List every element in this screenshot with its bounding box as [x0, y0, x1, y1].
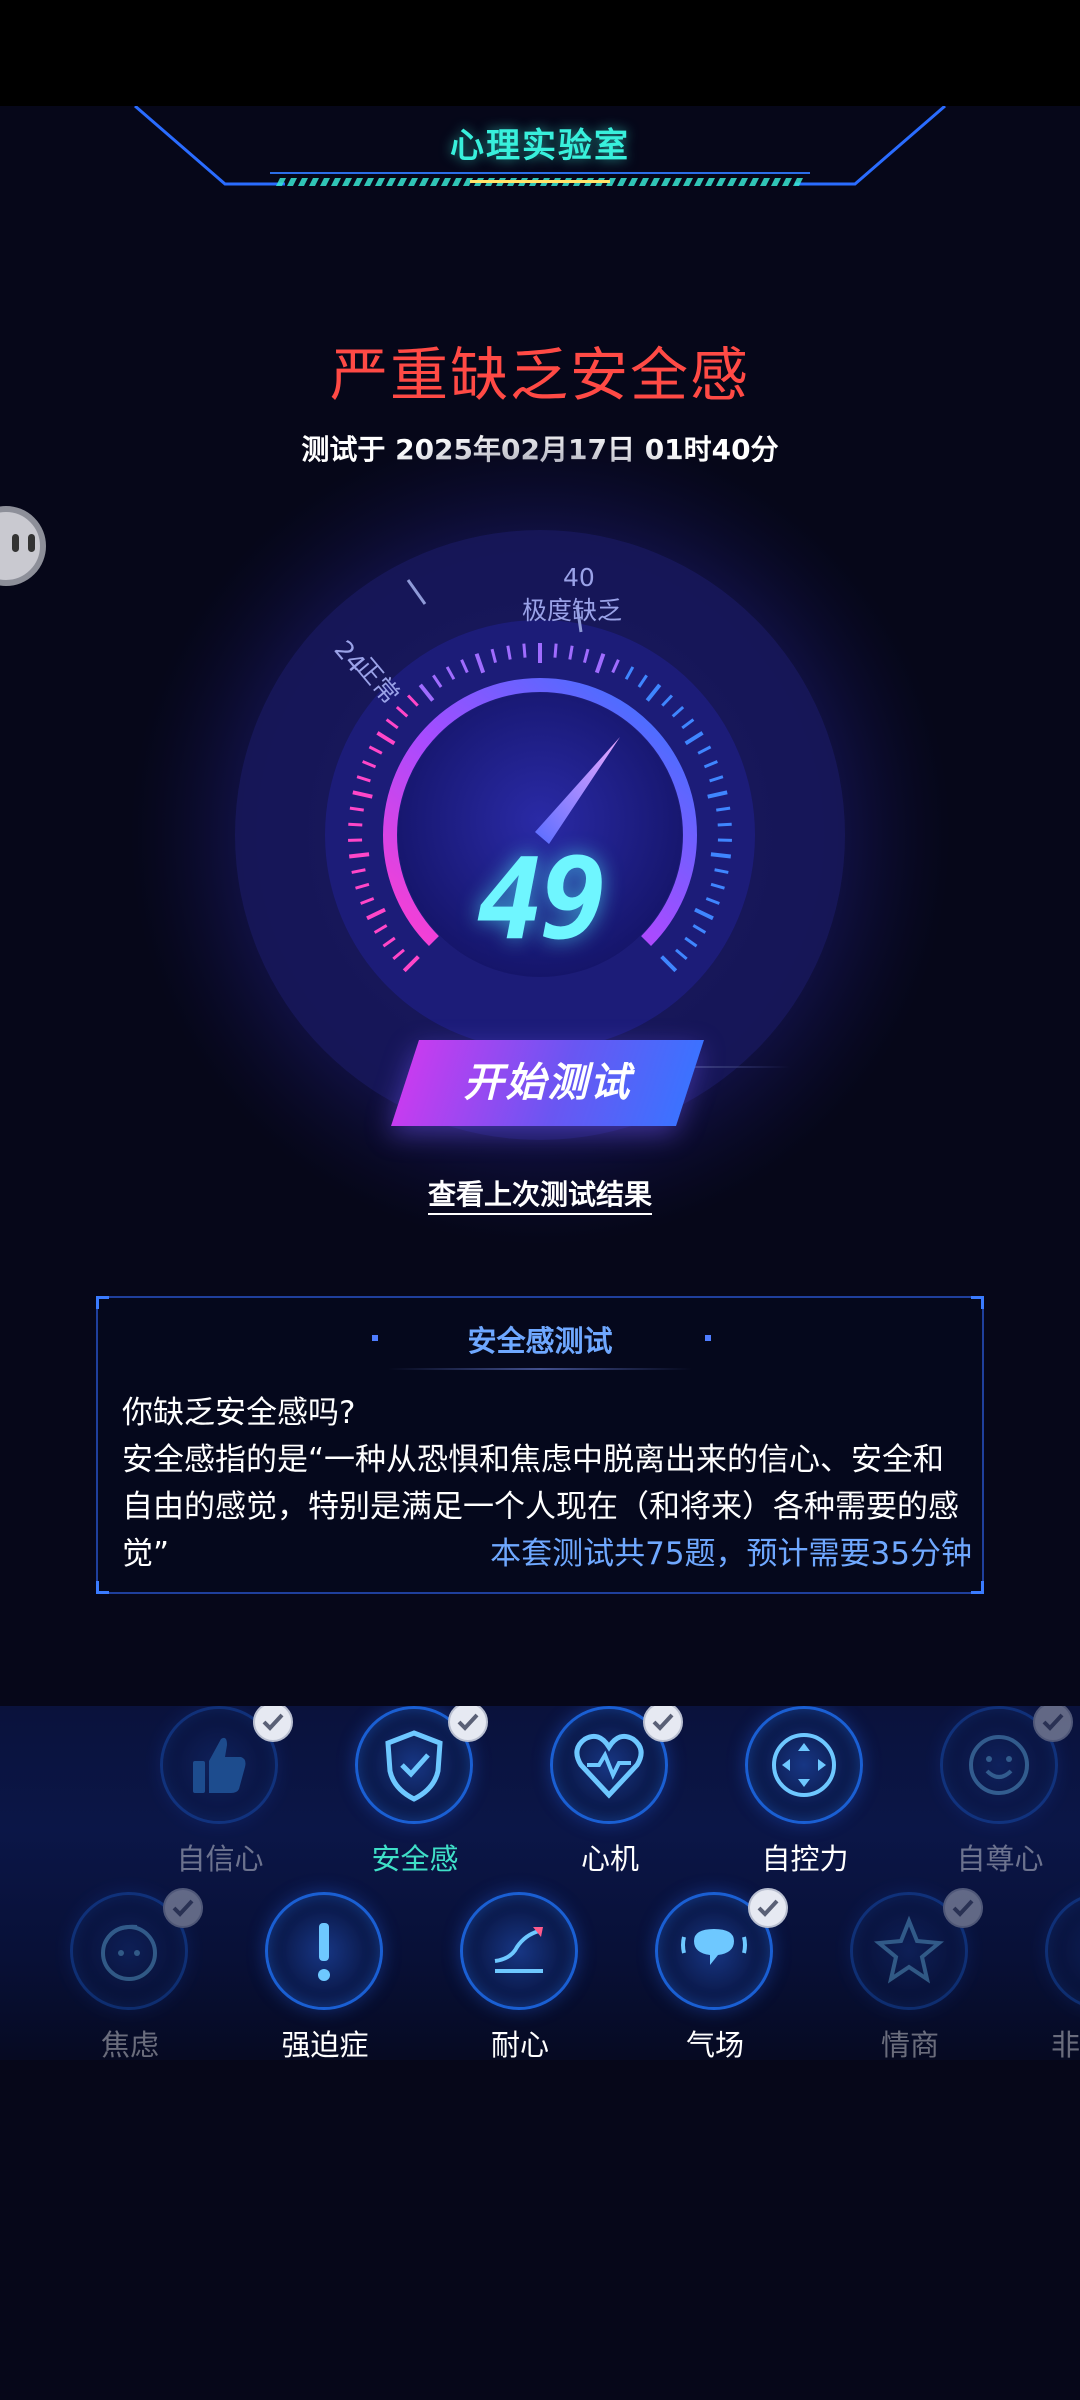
panel-body: 你缺乏安全感吗? 安全感指的是“一种从恐惧和焦虑中脱离出来的信心、安全和自由的感…	[122, 1390, 972, 1578]
result-title: 严重缺乏安全感	[329, 341, 750, 409]
check-icon	[748, 1888, 788, 1928]
page-title: 心理实验室	[450, 126, 630, 166]
category-item-ocd[interactable]: 强迫症	[245, 1892, 405, 2060]
start-test-button[interactable]: 开始测试	[391, 1040, 704, 1126]
category-circle	[1045, 1892, 1080, 2010]
category-item-anxiety[interactable]: 焦虑	[50, 1888, 210, 2060]
check-icon	[448, 1706, 488, 1742]
category-circle	[460, 1892, 578, 2010]
view-last-result-link[interactable]: 查看上次测试结果	[0, 1173, 1080, 1215]
category-label: 自尊心	[956, 1842, 1044, 1876]
category-circle	[745, 1706, 863, 1824]
category-item-eq[interactable]: 情商	[830, 1888, 990, 2060]
panel-divider	[388, 1368, 692, 1370]
gauge-marker-extreme-value: 40	[563, 563, 595, 592]
check-icon	[1033, 1706, 1073, 1742]
start-test-label: 开始测试	[463, 1060, 632, 1106]
category-item-partial[interactable]: 非	[1025, 1892, 1080, 2060]
move-arrows-icon	[772, 1733, 836, 1797]
panel-meta: 本套测试共75题，预计需要35分钟	[490, 1536, 972, 1572]
view-last-result-label: 查看上次测试结果	[427, 1178, 652, 1215]
category-item-security[interactable]: 安全感	[335, 1706, 495, 1882]
status-bar	[0, 0, 1080, 106]
category-item-self-confidence[interactable]: 自信心	[140, 1706, 300, 1882]
gauge-marker-extreme-label: 极度缺乏	[522, 596, 623, 625]
category-label: 焦虑	[100, 2028, 159, 2060]
check-icon	[943, 1888, 983, 1928]
category-item-aura[interactable]: 气场	[635, 1888, 795, 2060]
panel-title: 安全感测试	[467, 1324, 613, 1358]
gauge-needle	[535, 737, 620, 844]
score-value: 49	[476, 835, 608, 965]
button-divider	[690, 1066, 790, 1068]
test-timestamp: 测试于 2025年02月17日 01时40分	[301, 433, 779, 466]
exclamation-icon	[318, 1923, 330, 1981]
category-item-self-esteem[interactable]: 自尊心	[920, 1706, 1080, 1882]
partial-icon	[1048, 1895, 1080, 2007]
psych-lab-page: 心理实验室 严重缺乏安全感 测试于 2025年02月17日 01时40分 40 …	[0, 0, 1080, 2400]
category-label: 自控力	[761, 1842, 849, 1876]
category-circle	[265, 1892, 383, 2010]
floating-assistant-icon[interactable]	[0, 506, 46, 586]
category-item-patience[interactable]: 耐心	[440, 1892, 600, 2060]
category-label: 心机	[580, 1842, 639, 1876]
gauge-marker-normal-value: 24	[328, 634, 372, 679]
test-category-strip: 自信心 安全感 心机 自控力 自尊心 焦虑 强迫症 耐心 气场 情商 非	[0, 1706, 1080, 2060]
category-label: 气场	[685, 2028, 744, 2060]
category-label: 自信心	[176, 1842, 264, 1876]
category-label: 耐心	[490, 2028, 549, 2060]
category-label: 情商	[880, 2028, 939, 2060]
check-icon	[163, 1888, 203, 1928]
category-label: 非	[1051, 2028, 1080, 2060]
category-item-self-control[interactable]: 自控力	[725, 1706, 885, 1882]
category-item-scheming[interactable]: 心机	[530, 1706, 690, 1882]
panel-question: 你缺乏安全感吗?	[122, 1395, 356, 1431]
test-info-panel: 安全感测试 你缺乏安全感吗? 安全感指的是“一种从恐惧和焦虑中脱离出来的信心、安…	[96, 1296, 984, 1594]
category-label: 安全感	[371, 1842, 459, 1876]
category-label: 强迫症	[281, 2028, 369, 2060]
check-icon	[253, 1706, 293, 1742]
trend-arrow-icon	[494, 1927, 543, 1973]
header: 心理实验室	[0, 106, 1080, 216]
check-icon	[643, 1706, 683, 1742]
gauge-marker-normal-label: 正常	[350, 652, 406, 710]
